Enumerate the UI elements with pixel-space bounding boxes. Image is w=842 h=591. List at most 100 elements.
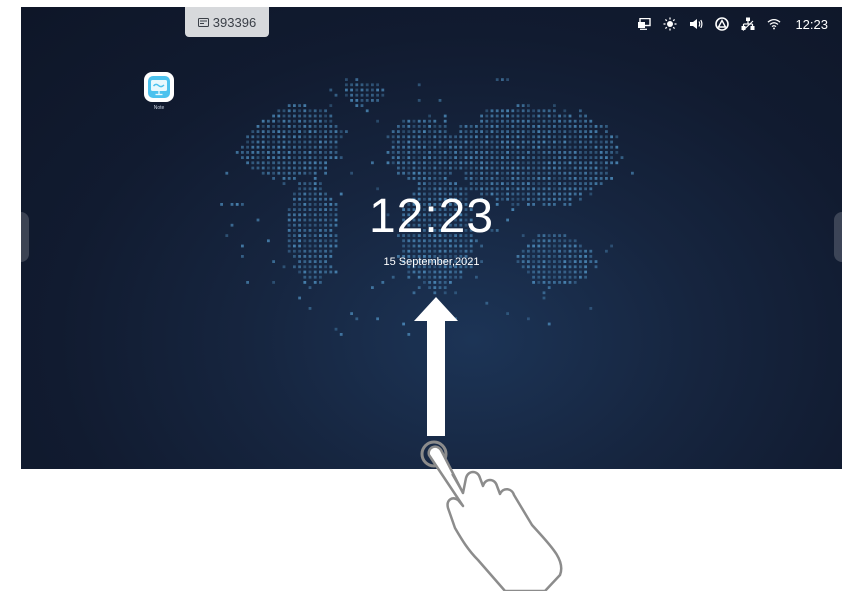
map-dot [584,270,587,274]
map-dot [631,171,634,175]
map-dot [475,171,478,175]
map-dot [256,156,260,159]
map-dot [293,125,296,128]
map-dot [407,249,411,253]
map-dot [282,130,286,133]
map-dot [464,135,468,139]
map-dot [501,145,504,149]
map-dot [599,125,603,128]
map-dot [620,156,624,159]
map-dot [443,281,447,284]
map-dot [293,177,296,180]
ethernet-icon[interactable] [741,17,755,31]
map-dot [324,161,327,165]
map-dot [386,151,390,154]
map-dot [443,291,447,295]
map-dot [412,161,416,165]
map-dot [428,151,431,154]
map-dot [568,145,572,149]
map-dot [584,130,587,133]
map-dot [579,151,582,154]
map-dot [272,281,275,284]
map-dot [417,130,421,133]
map-dot [298,156,301,159]
map-dot [407,130,411,133]
map-dot [579,177,582,180]
map-dot [428,145,431,149]
map-dot [313,244,317,248]
map-dot [319,130,322,133]
brightness-icon[interactable] [663,17,677,31]
map-dot [527,171,530,175]
map-dot [537,275,541,279]
map-dot [594,161,598,165]
screen-id-badge[interactable]: 393396 [185,7,269,37]
map-dot [495,130,499,133]
map-dot [547,140,551,144]
map-dot [532,119,535,123]
map-dot [417,145,421,149]
map-dot [532,109,535,113]
map-dot [542,135,546,139]
wifi-icon[interactable] [767,17,781,31]
map-dot [402,119,405,123]
eshare-icon[interactable] [715,17,730,31]
map-dot [282,109,286,113]
map-dot [412,140,416,144]
map-dot [256,140,260,144]
note-app-shortcut[interactable]: Note [139,72,179,111]
map-dot [579,145,582,149]
cast-icon[interactable] [637,17,652,31]
map-dot [267,145,270,149]
map-dot [610,177,613,180]
map-dot [319,244,322,248]
map-dot [579,182,582,185]
map-dot [313,182,317,185]
display-screen[interactable]: 393396 12:23 Note 12:23 15 September,202… [21,7,842,469]
map-dot [599,151,603,154]
map-dot [423,151,426,154]
lockscreen-clock: 12:23 [368,190,495,243]
map-dot [417,156,421,159]
map-dot [308,166,312,170]
map-dot [542,296,546,300]
map-dot [449,171,452,175]
map-dot [407,275,411,279]
map-dot [563,145,567,149]
map-dot [412,135,416,139]
note-app-icon[interactable] [144,72,174,102]
map-dot [417,125,421,128]
note-app-label: Note [153,105,165,111]
map-dot [329,249,333,253]
map-dot [438,286,442,289]
map-dot [293,104,296,107]
map-dot [495,145,499,149]
map-dot [397,171,400,175]
map-dot [563,244,567,248]
map-dot [417,171,421,175]
map-dot [469,145,473,149]
map-dot [553,151,556,154]
map-dot [433,166,437,170]
map-dot [480,114,483,118]
map-dot [287,145,291,149]
map-dot [506,151,509,154]
map-dot [579,125,582,128]
map-dot [584,156,587,159]
volume-icon[interactable] [689,17,703,31]
map-dot [329,140,333,144]
map-dot [537,249,541,253]
map-dot [568,156,572,159]
map-dot [277,151,281,154]
map-dot [511,171,515,175]
map-dot [553,125,556,128]
map-dot [532,270,535,274]
map-dot [506,312,509,315]
map-dot [438,177,442,180]
map-dot [532,281,535,284]
map-dot [547,135,551,139]
map-dot [454,291,457,295]
map-dot [599,156,603,159]
map-dot [303,114,307,118]
map-dot [475,135,478,139]
